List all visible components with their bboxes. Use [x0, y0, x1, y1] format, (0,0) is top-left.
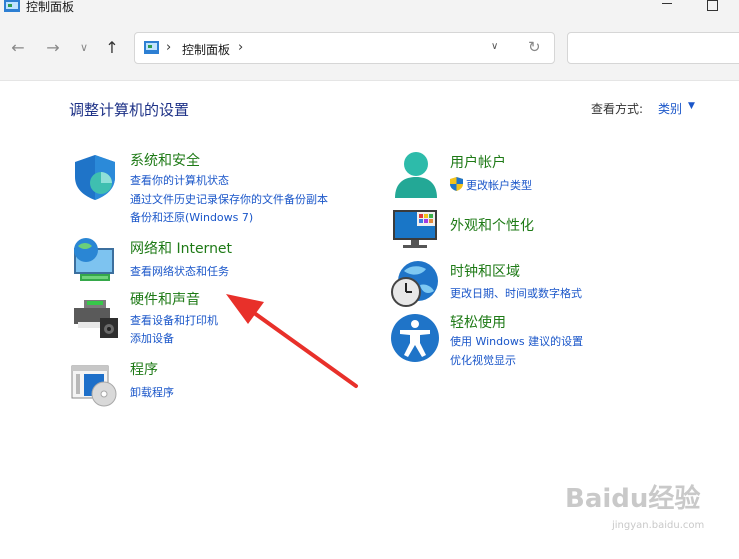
category-clock-region[interactable]: 时钟和区域	[450, 261, 520, 281]
accessibility-icon	[391, 314, 439, 362]
category-appearance-personalization[interactable]: 外观和个性化	[450, 215, 534, 235]
search-input[interactable]	[567, 32, 739, 64]
view-by-label: 查看方式:	[591, 102, 644, 116]
link-backup-restore[interactable]: 备份和还原(Windows 7)	[130, 209, 253, 225]
control-panel-icon	[144, 41, 159, 54]
programs-disc-icon	[71, 365, 117, 407]
annotation-arrow	[226, 294, 358, 388]
address-bar[interactable]: › 控制面板 › ∨ ↻	[134, 32, 555, 64]
link-change-account-type[interactable]: 更改帐户类型	[466, 177, 532, 193]
link-network-status[interactable]: 查看网络状态和任务	[130, 263, 229, 279]
uac-shield-icon	[450, 177, 463, 191]
printer-speaker-icon	[74, 300, 118, 338]
category-system-security[interactable]: 系统和安全	[130, 150, 200, 170]
link-optimize-visual-display[interactable]: 优化视觉显示	[450, 352, 516, 368]
category-hardware-sound[interactable]: 硬件和声音	[130, 289, 200, 309]
link-windows-recommended-settings[interactable]: 使用 Windows 建议的设置	[450, 333, 583, 349]
shield-icon	[75, 155, 115, 200]
chevron-down-icon[interactable]: ∨	[74, 38, 94, 58]
arrow-up-icon[interactable]: ↑	[102, 38, 122, 58]
breadcrumb-separator: ›	[166, 40, 172, 55]
link-uninstall-program[interactable]: 卸载程序	[130, 384, 174, 400]
view-by-dropdown[interactable]: 类别	[658, 100, 682, 117]
link-devices-printers[interactable]: 查看设备和打印机	[130, 312, 218, 328]
link-check-computer-status[interactable]: 查看你的计算机状态	[130, 172, 229, 188]
title-bar: 控制面板	[0, 0, 739, 22]
minimize-button[interactable]	[662, 3, 672, 4]
baidu-watermark-url: jingyan.baidu.com	[612, 520, 705, 531]
category-programs[interactable]: 程序	[130, 359, 158, 379]
network-globe-icon	[74, 238, 114, 281]
breadcrumb-control-panel[interactable]: 控制面板	[182, 41, 230, 58]
arrow-left-icon[interactable]: ←	[8, 38, 28, 58]
link-add-device[interactable]: 添加设备	[130, 330, 174, 346]
category-user-accounts[interactable]: 用户帐户	[450, 152, 506, 172]
refresh-icon[interactable]: ↻	[528, 38, 541, 56]
user-icon	[395, 152, 437, 198]
breadcrumb-separator[interactable]: ›	[238, 40, 243, 55]
clock-globe-icon	[391, 261, 438, 307]
control-panel-icon	[4, 0, 20, 12]
category-network-internet[interactable]: 网络和 Internet	[130, 238, 232, 258]
maximize-button[interactable]	[707, 0, 718, 11]
arrow-right-icon[interactable]: →	[43, 38, 63, 58]
link-file-history[interactable]: 通过文件历史记录保存你的文件备份副本	[130, 191, 328, 207]
monitor-icon	[393, 210, 437, 248]
window-title: 控制面板	[26, 0, 75, 14]
chevron-down-icon[interactable]: ∨	[491, 41, 498, 52]
baidu-watermark: Baidu经验	[565, 484, 701, 514]
triangle-down-icon[interactable]: ▼	[688, 101, 695, 111]
page-title: 调整计算机的设置	[69, 101, 190, 119]
category-ease-of-access[interactable]: 轻松使用	[450, 312, 506, 332]
link-change-date-time-format[interactable]: 更改日期、时间或数字格式	[450, 285, 582, 301]
